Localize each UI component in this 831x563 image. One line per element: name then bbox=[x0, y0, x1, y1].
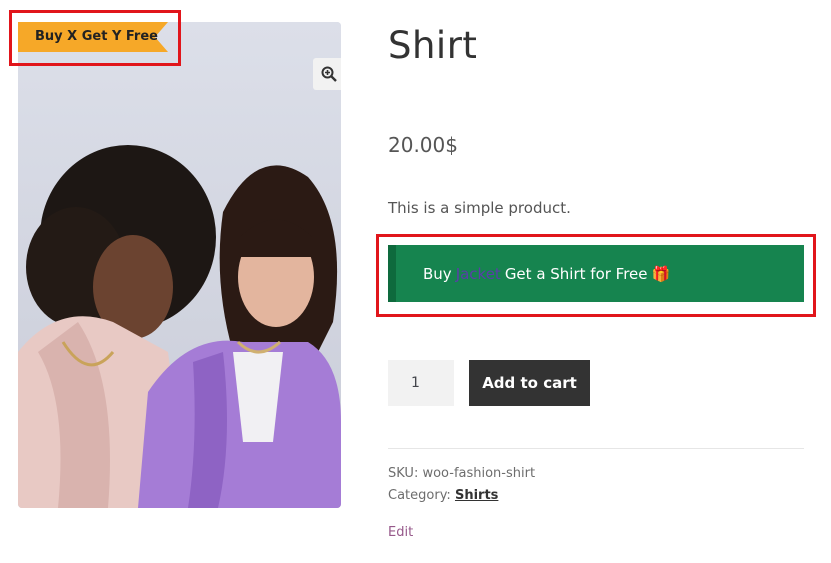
product-category: Category: Shirts bbox=[388, 488, 498, 503]
product-sku: SKU: woo-fashion-shirt bbox=[388, 466, 535, 481]
category-link[interactable]: Shirts bbox=[455, 488, 498, 503]
product-short-description: This is a simple product. bbox=[388, 199, 571, 217]
product-price: 20.00$ bbox=[388, 133, 458, 157]
sku-label: SKU: bbox=[388, 466, 419, 481]
product-title: Shirt bbox=[388, 24, 478, 67]
category-label: Category: bbox=[388, 488, 451, 503]
edit-link[interactable]: Edit bbox=[388, 525, 413, 540]
badge-highlight-box bbox=[9, 10, 181, 66]
quantity-input[interactable]: 1 bbox=[388, 360, 454, 406]
offer-highlight-box bbox=[376, 234, 816, 317]
product-image[interactable] bbox=[18, 22, 341, 508]
product-photo bbox=[18, 22, 341, 508]
sku-value: woo-fashion-shirt bbox=[422, 466, 536, 481]
zoom-button[interactable] bbox=[313, 58, 341, 90]
divider bbox=[388, 448, 804, 449]
add-to-cart-button[interactable]: Add to cart bbox=[469, 360, 590, 406]
magnifier-zoom-icon bbox=[321, 66, 337, 82]
